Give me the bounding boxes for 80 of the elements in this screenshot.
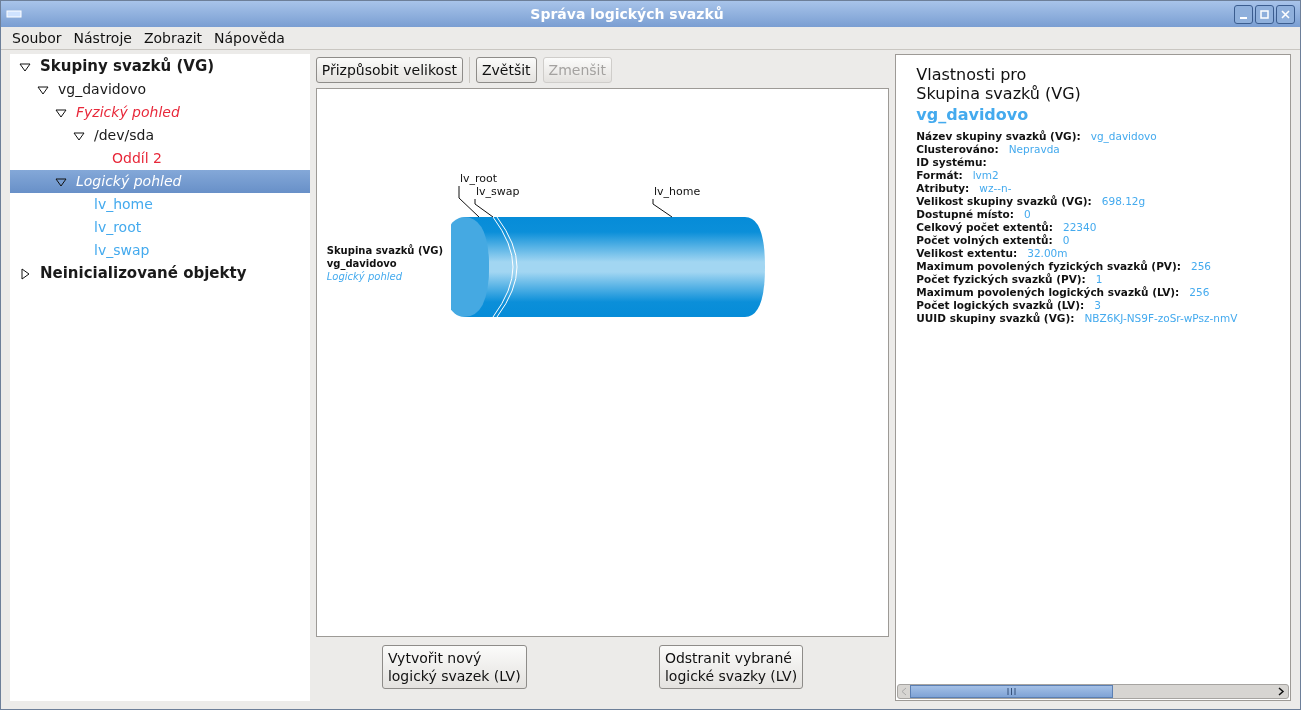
menu-item[interactable]: Soubor — [6, 27, 68, 49]
property-value: 698.12g — [1101, 195, 1146, 208]
tree-label: /dev/sda — [94, 126, 154, 145]
property-value: 256 — [1189, 286, 1210, 299]
tree-label: lv_root — [94, 218, 142, 237]
property-label: Dostupné místo: — [916, 208, 1014, 221]
tree-item[interactable]: vg_davidovo — [10, 78, 310, 101]
action-button[interactable]: Odstranit vybrané logické svazky (LV) — [658, 645, 804, 689]
tree-item[interactable]: Neinicializované objekty — [10, 262, 310, 285]
minimize-button[interactable] — [1234, 4, 1253, 24]
property-value: 0 — [1024, 208, 1031, 221]
properties-heading: Skupina svazků (VG) — [916, 84, 1082, 103]
tree-label: vg_davidovo — [58, 80, 147, 99]
toolbar-button[interactable]: Přizpůsobit velikost — [315, 57, 463, 83]
property-value: 0 — [1062, 234, 1070, 247]
expanded-triangle-icon[interactable] — [55, 106, 67, 119]
tree-item[interactable]: Skupiny svazků (VG) — [10, 55, 310, 78]
expanded-triangle-icon[interactable] — [55, 175, 67, 188]
tree-label: lv_home — [94, 195, 153, 214]
minimize-icon — [1240, 16, 1247, 19]
property-label: Název skupiny svazků (VG): — [916, 130, 1081, 143]
volume-label: lv_swap — [475, 185, 520, 198]
property-label: ID systému: — [916, 156, 987, 169]
property-label: Počet logických svazků (LV): — [916, 299, 1085, 312]
leader-line — [652, 198, 673, 218]
horizontal-scrollbar[interactable] — [897, 684, 1289, 699]
grip-icon — [1007, 688, 1017, 695]
property-label: Celkový počet extentů: — [916, 221, 1053, 234]
property-value: wz--n- — [979, 182, 1012, 195]
property-label: Maximum povolených fyzických svazků (PV): — [916, 260, 1181, 273]
menu-item[interactable]: Nástroje — [67, 27, 138, 49]
tree-item[interactable]: /dev/sda — [10, 124, 310, 147]
app-icon — [6, 9, 22, 19]
diagram-caption: vg_davidovo — [326, 257, 398, 270]
properties-name: vg_davidovo — [916, 104, 1030, 126]
property-value: vg_davidovo — [1090, 130, 1157, 143]
collapsed-triangle-icon[interactable] — [19, 267, 31, 280]
maximize-icon — [1259, 8, 1270, 20]
tree-item[interactable]: Oddíl 2 — [10, 147, 310, 170]
properties-heading: Vlastnosti pro — [916, 65, 1028, 84]
property-value: 256 — [1190, 260, 1211, 273]
property-label: Maximum povolených logických svazků (LV): — [916, 286, 1180, 299]
expanded-triangle-icon[interactable] — [37, 83, 49, 96]
tree-item[interactable]: Fyzický pohled — [10, 101, 310, 124]
tree-label: Neinicializované objekty — [40, 263, 247, 285]
toolbar-button[interactable]: Zvětšit — [475, 57, 537, 83]
diagram-caption: Skupina svazků (VG) — [326, 244, 445, 257]
property-label: Počet volných extentů: — [916, 234, 1053, 247]
property-value: 1 — [1095, 273, 1103, 286]
tree-label: lv_swap — [94, 241, 150, 260]
tree-label: Logický pohled — [76, 172, 182, 191]
action-button[interactable]: Vytvořit nový logický svazek (LV) — [381, 645, 527, 689]
window-title: Správa logických svazků — [529, 4, 725, 24]
property-label: Velikost skupiny svazků (VG): — [916, 195, 1092, 208]
property-value: Nepravda — [1008, 143, 1060, 156]
menu-item[interactable]: Zobrazit — [137, 27, 208, 49]
tree-label: Fyzický pohled — [76, 103, 180, 122]
property-value: 32.00m — [1027, 247, 1068, 260]
property-value: NBZ6KJ-NS9F-zoSr-wPsz-nmV — [1084, 312, 1238, 325]
property-label: Počet fyzických svazků (PV): — [916, 273, 1086, 286]
maximize-button[interactable] — [1255, 4, 1274, 24]
volume-label: lv_home — [653, 185, 701, 198]
property-label: Atributy: — [916, 182, 970, 195]
expanded-triangle-icon[interactable] — [19, 60, 31, 73]
tree-label: Skupiny svazků (VG) — [40, 56, 215, 78]
property-value: 3 — [1094, 299, 1101, 312]
tree-label: Oddíl 2 — [112, 149, 162, 168]
property-label: Formát: — [916, 169, 963, 182]
property-label: Velikost extentu: — [916, 247, 1018, 260]
expanded-triangle-icon[interactable] — [73, 129, 85, 142]
menu-item[interactable]: Nápověda — [208, 27, 291, 49]
property-label: Clusterováno: — [916, 143, 999, 156]
volume-label: lv_root — [459, 172, 497, 185]
property-label: UUID skupiny svazků (VG): — [916, 312, 1075, 325]
property-value: 22340 — [1062, 221, 1097, 234]
scrollbar-thumb[interactable] — [910, 685, 1114, 698]
property-value: lvm2 — [972, 169, 999, 182]
close-icon — [1280, 8, 1291, 20]
view-label: Logický pohled — [326, 270, 404, 283]
close-button[interactable] — [1276, 4, 1295, 24]
